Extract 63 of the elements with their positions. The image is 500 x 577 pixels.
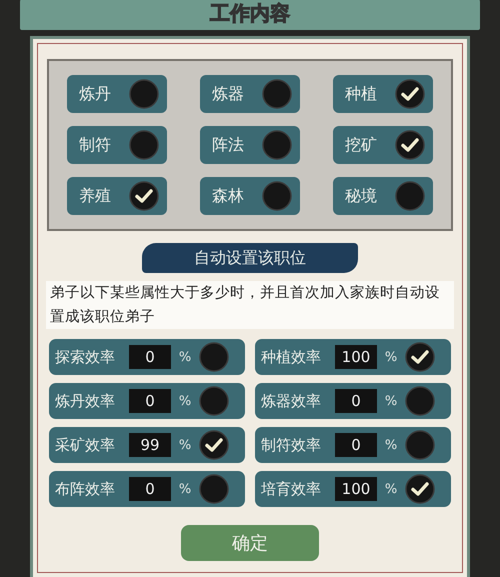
threshold-input[interactable]: 0 (335, 389, 377, 413)
job-option[interactable]: 养殖 (67, 177, 167, 215)
threshold-input[interactable]: 0 (129, 477, 171, 501)
checkbox[interactable] (199, 430, 229, 460)
percent-unit: % (384, 394, 398, 408)
checkbox[interactable] (405, 474, 435, 504)
threshold-label: 采矿效率 (55, 436, 116, 454)
checkbox[interactable] (395, 79, 425, 109)
job-option[interactable]: 秘境 (333, 177, 433, 215)
job-option[interactable]: 制符 (67, 126, 167, 164)
threshold-input[interactable]: 0 (335, 433, 377, 457)
job-label: 种植 (345, 84, 377, 104)
percent-unit: % (384, 350, 398, 364)
checkbox[interactable] (405, 386, 435, 416)
threshold-input[interactable]: 0 (129, 389, 171, 413)
job-label: 养殖 (79, 186, 111, 206)
percent-unit: % (178, 394, 192, 408)
job-label: 秘境 (345, 186, 377, 206)
threshold-label: 炼丹效率 (55, 392, 116, 410)
job-label: 挖矿 (345, 134, 377, 156)
checkbox[interactable] (129, 130, 159, 160)
threshold-input[interactable]: 0 (129, 345, 171, 369)
threshold-input[interactable]: 100 (335, 477, 377, 501)
threshold-label: 种植效率 (261, 348, 322, 366)
checkbox[interactable] (199, 342, 229, 372)
checkbox[interactable] (395, 181, 425, 211)
job-option[interactable]: 挖矿 (333, 126, 433, 164)
job-label: 阵法 (212, 134, 244, 156)
threshold-label: 制符效率 (261, 436, 322, 454)
job-option[interactable]: 森林 (200, 177, 300, 215)
percent-unit: % (178, 482, 192, 496)
checkbox[interactable] (199, 386, 229, 416)
window-title: 工作内容 (210, 0, 290, 26)
checkbox[interactable] (405, 342, 435, 372)
checkbox[interactable] (405, 430, 435, 460)
checkbox[interactable] (262, 130, 292, 160)
threshold-input[interactable]: 100 (335, 345, 377, 369)
threshold-label: 培育效率 (261, 480, 322, 498)
checkbox[interactable] (199, 474, 229, 504)
job-label: 炼器 (212, 84, 244, 104)
checkbox[interactable] (129, 181, 159, 211)
checkbox[interactable] (262, 181, 292, 211)
checkbox[interactable] (129, 79, 159, 109)
job-option[interactable]: 阵法 (200, 126, 300, 164)
checkbox[interactable] (395, 130, 425, 160)
threshold-label: 炼器效率 (261, 392, 322, 410)
percent-unit: % (384, 482, 398, 496)
percent-unit: % (178, 438, 192, 452)
threshold-input[interactable]: 99 (129, 433, 171, 457)
threshold-label: 布阵效率 (55, 480, 116, 498)
job-option[interactable]: 炼器 (200, 75, 300, 113)
description: 弟子以下某些属性大于多少时，并且首次加入家族时自动设置成该职位弟子 (46, 281, 454, 329)
percent-unit: % (384, 438, 398, 452)
job-label: 森林 (212, 186, 244, 206)
threshold-label: 探索效率 (55, 348, 116, 366)
percent-unit: % (178, 350, 192, 364)
job-option[interactable]: 炼丹 (67, 75, 167, 113)
job-label: 炼丹 (79, 84, 111, 104)
confirm-button[interactable]: 确定 (181, 525, 319, 561)
job-option[interactable]: 种植 (333, 75, 433, 113)
job-label: 制符 (79, 134, 111, 156)
checkbox[interactable] (262, 79, 292, 109)
section-heading: 自动设置该职位 (194, 248, 306, 268)
